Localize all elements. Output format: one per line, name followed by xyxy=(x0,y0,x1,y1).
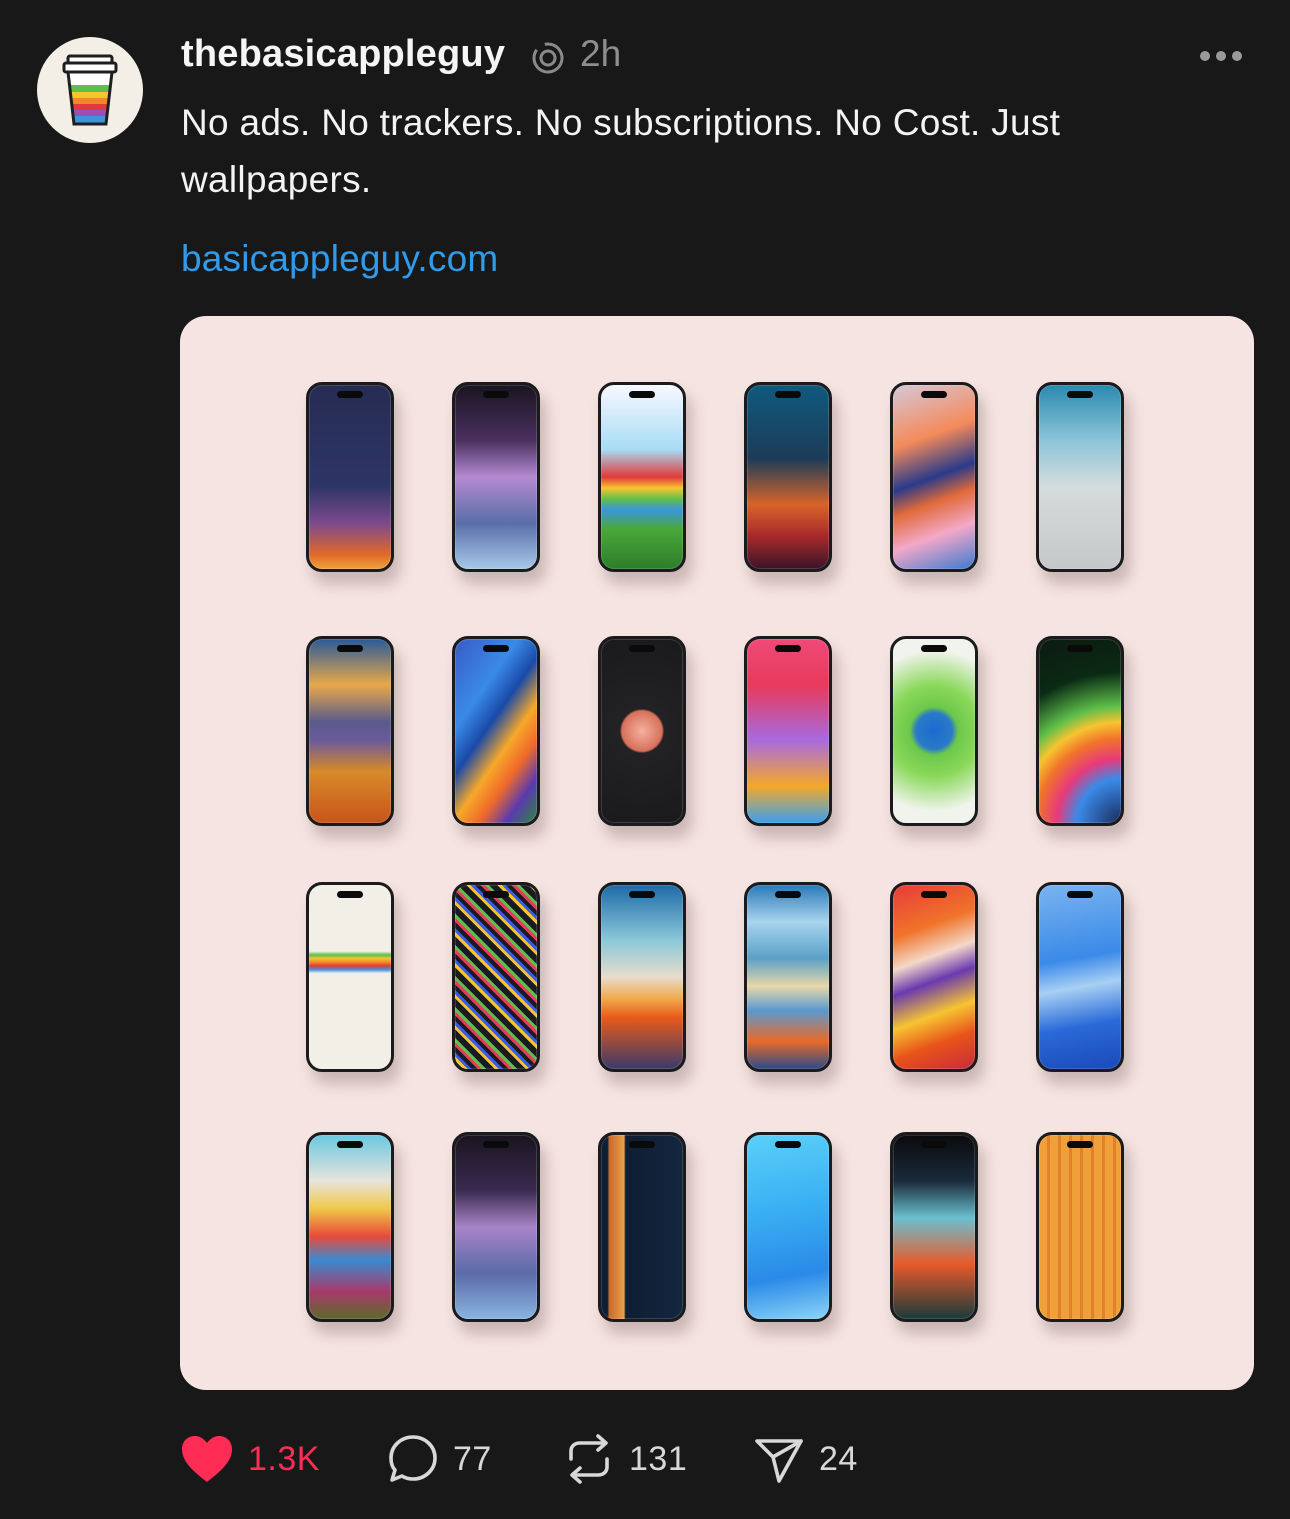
action-bar: 1.3K 77 131 24 xyxy=(0,1426,1290,1496)
send-icon xyxy=(755,1439,803,1483)
post-image[interactable] xyxy=(180,316,1254,1390)
wallpaper-thumbnail xyxy=(744,882,832,1072)
wallpaper-thumbnail xyxy=(890,636,978,826)
wallpaper-thumbnail xyxy=(890,382,978,572)
like-button[interactable]: 1.3K xyxy=(180,1426,320,1492)
wallpaper-thumbnail xyxy=(1036,382,1124,572)
share-count: 24 xyxy=(819,1439,858,1478)
wallpaper-thumbnail xyxy=(598,382,686,572)
heart-icon xyxy=(182,1436,232,1482)
reply-button[interactable]: 77 xyxy=(387,1426,492,1492)
share-button[interactable]: 24 xyxy=(753,1426,858,1492)
wallpaper-thumbnail xyxy=(744,1132,832,1322)
wallpaper-thumbnail xyxy=(306,882,394,1072)
wallpaper-thumbnail xyxy=(306,1132,394,1322)
post-text: No ads. No trackers. No subscriptions. N… xyxy=(181,102,1061,200)
avatar[interactable] xyxy=(37,37,143,143)
repost-icon xyxy=(569,1434,609,1484)
wallpaper-thumbnail xyxy=(452,636,540,826)
post-link[interactable]: basicappleguy.com xyxy=(181,238,498,280)
wallpaper-thumbnail xyxy=(452,1132,540,1322)
more-options-button[interactable] xyxy=(1196,36,1246,76)
repost-button[interactable]: 131 xyxy=(563,1426,687,1492)
comment-icon xyxy=(389,1435,437,1482)
wallpaper-thumbnail xyxy=(598,636,686,826)
wallpaper-thumbnail xyxy=(890,882,978,1072)
post-time: 2h xyxy=(580,33,622,74)
wallpaper-thumbnail xyxy=(1036,1132,1124,1322)
ellipsis-icon xyxy=(1200,51,1210,61)
wallpaper-thumbnail xyxy=(744,382,832,572)
wallpaper-thumbnail xyxy=(306,636,394,826)
wallpaper-thumbnail xyxy=(306,382,394,572)
reply-count: 77 xyxy=(453,1439,492,1478)
repost-count: 131 xyxy=(629,1439,688,1478)
wallpaper-thumbnail xyxy=(890,1132,978,1322)
wallpaper-thumbnail xyxy=(452,882,540,1072)
wallpaper-thumbnail xyxy=(598,1132,686,1322)
like-count: 1.3K xyxy=(248,1439,320,1478)
coffee-cup-icon xyxy=(62,54,118,126)
wallpaper-thumbnail xyxy=(1036,636,1124,826)
wallpaper-thumbnail xyxy=(1036,882,1124,1072)
wallpaper-thumbnail xyxy=(452,382,540,572)
username[interactable]: thebasicappleguy xyxy=(181,33,505,76)
wallpaper-thumbnail xyxy=(744,636,832,826)
threads-badge-icon xyxy=(532,42,564,74)
wallpaper-thumbnail xyxy=(598,882,686,1072)
